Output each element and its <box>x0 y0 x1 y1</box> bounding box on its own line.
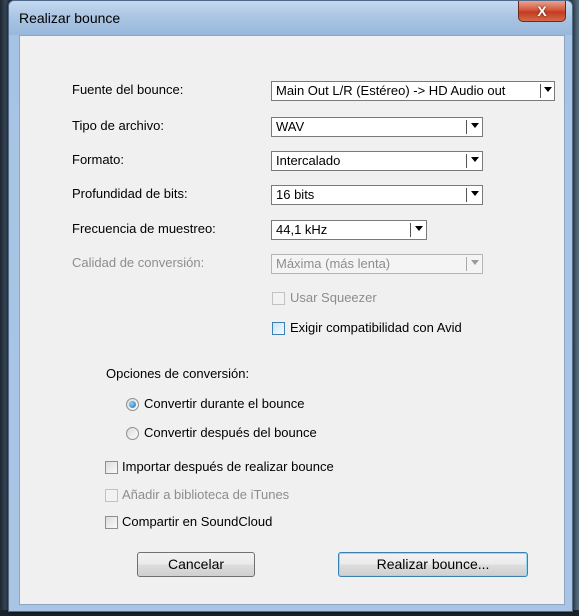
format-value: Intercalado <box>276 153 341 168</box>
bounce-button[interactable]: Realizar bounce... <box>338 552 528 577</box>
bit-depth-label: Profundidad de bits: <box>72 186 188 201</box>
file-type-label: Tipo de archivo: <box>72 118 165 133</box>
chevron-down-icon <box>471 260 479 265</box>
bit-depth-value: 16 bits <box>276 187 315 202</box>
title-bar[interactable]: Realizar bounce X <box>9 1 572 35</box>
file-type-select[interactable]: WAV <box>271 117 483 137</box>
conversion-quality-label: Calidad de conversión: <box>72 255 205 270</box>
chevron-down-icon <box>415 226 423 231</box>
convert-after-label: Convertir después del bounce <box>144 425 317 440</box>
select-separator <box>466 154 467 168</box>
convert-during-label: Convertir durante el bounce <box>144 396 305 411</box>
file-type-value: WAV <box>276 119 305 134</box>
close-icon: X <box>537 3 547 19</box>
conversion-quality-select[interactable]: Máxima (más lenta) <box>271 254 483 274</box>
conversion-quality-value: Máxima (más lenta) <box>276 256 391 271</box>
dialog-content: Fuente del bounce: Main Out L/R (Estéreo… <box>19 35 565 605</box>
import-after-label: Importar después de realizar bounce <box>122 459 334 474</box>
sample-rate-select[interactable]: 44,1 kHz <box>271 220 427 240</box>
sample-rate-value: 44,1 kHz <box>276 222 328 237</box>
import-after-checkbox[interactable] <box>105 461 118 474</box>
close-button[interactable]: X <box>518 1 566 22</box>
avid-compat-checkbox[interactable] <box>272 322 285 335</box>
bounce-source-select[interactable]: Main Out L/R (Estéreo) -> HD Audio out <box>271 81 555 101</box>
share-soundcloud-checkbox[interactable] <box>105 516 118 529</box>
cancel-button[interactable]: Cancelar <box>137 552 255 577</box>
format-label: Formato: <box>72 152 125 167</box>
bounce-source-label: Fuente del bounce: <box>72 82 184 97</box>
bit-depth-select[interactable]: 16 bits <box>271 185 483 205</box>
conversion-options-heading: Opciones de conversión: <box>106 366 250 381</box>
chevron-down-icon <box>471 123 479 128</box>
select-separator <box>410 223 411 237</box>
chevron-down-icon <box>471 191 479 196</box>
bounce-source-value: Main Out L/R (Estéreo) -> HD Audio out <box>276 83 506 98</box>
format-select[interactable]: Intercalado <box>271 151 483 171</box>
add-itunes-checkbox[interactable] <box>105 489 118 502</box>
window-title: Realizar bounce <box>19 10 121 26</box>
bounce-dialog: Realizar bounce X Fuente del bounce: Mai… <box>8 0 573 612</box>
select-separator <box>540 84 541 98</box>
add-itunes-label: Añadir a biblioteca de iTunes <box>122 487 290 502</box>
avid-compat-label: Exigir compatibilidad con Avid <box>290 320 462 335</box>
select-separator <box>466 188 467 202</box>
select-separator <box>466 257 467 271</box>
chevron-down-icon <box>544 87 552 92</box>
chevron-down-icon <box>471 157 479 162</box>
use-squeezer-label: Usar Squeezer <box>290 290 377 305</box>
share-soundcloud-label: Compartir en SoundCloud <box>122 514 273 529</box>
convert-during-radio[interactable] <box>126 398 139 411</box>
sample-rate-label: Frecuencia de muestreo: <box>72 221 216 236</box>
use-squeezer-checkbox[interactable] <box>272 292 285 305</box>
convert-after-radio[interactable] <box>126 427 139 440</box>
select-separator <box>466 120 467 134</box>
